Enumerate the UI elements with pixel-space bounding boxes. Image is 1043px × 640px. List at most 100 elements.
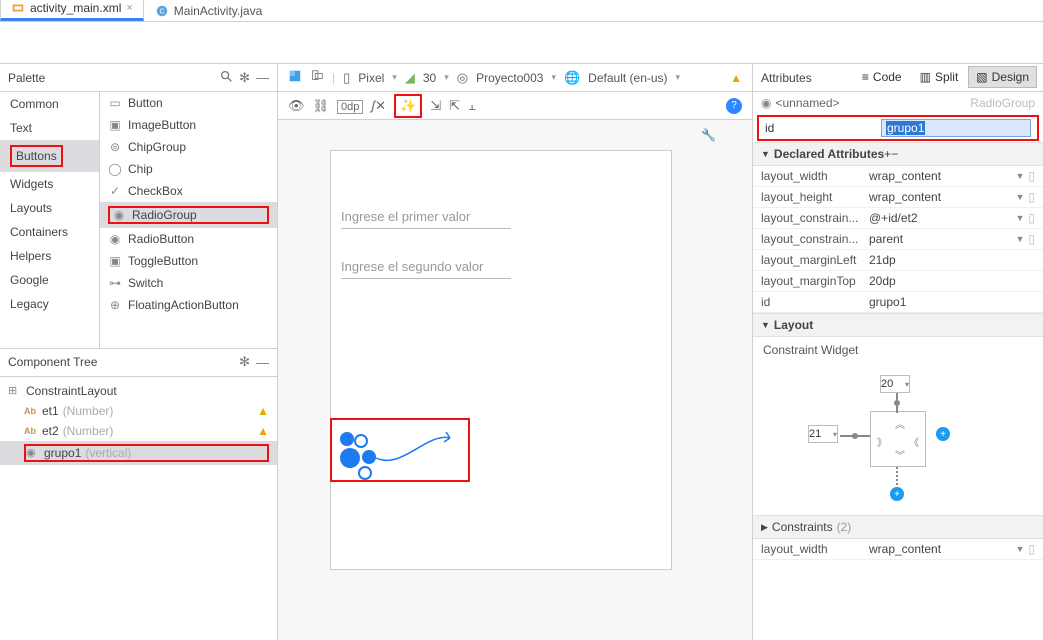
flag-icon[interactable]: ▯ <box>1028 232 1035 246</box>
chevron-down-icon[interactable]: ▼ <box>1015 171 1024 181</box>
theme-label[interactable]: Proyecto003 <box>476 71 543 85</box>
view-code-label: Code <box>873 70 902 84</box>
java-file-icon: C <box>155 4 169 18</box>
tab-activity-main[interactable]: activity_main.xml × <box>0 0 144 21</box>
collapse-icon[interactable]: — <box>256 70 269 85</box>
preview-et2[interactable]: Ingrese el segundo valor <box>341 259 511 279</box>
palette-cat-legacy[interactable]: Legacy <box>0 292 99 316</box>
device-preview[interactable]: Ingrese el primer valor Ingrese el segun… <box>330 150 672 570</box>
declared-attributes-header[interactable]: ▼ Declared Attributes + − <box>753 142 1043 166</box>
view-split-button[interactable]: ▥ Split <box>912 66 967 88</box>
palette-cat-common[interactable]: Common <box>0 92 99 116</box>
flag-icon[interactable]: ▯ <box>1028 542 1035 556</box>
tree-item-et1[interactable]: Ab et1 (Number) ▲ <box>0 401 277 421</box>
tree-item-et2[interactable]: Ab et2 (Number) ▲ <box>0 421 277 441</box>
attr-row[interactable]: layout_heightwrap_content▼▯ <box>753 187 1043 208</box>
cw-add-bottom[interactable]: + <box>890 487 904 501</box>
preview-et1[interactable]: Ingrese el primer valor <box>341 209 511 229</box>
infer-constraints-button[interactable]: ✨ <box>394 94 422 118</box>
palette-item-togglebutton[interactable]: ▣ToggleButton <box>100 250 277 272</box>
id-field[interactable]: grupo1 <box>881 119 1031 137</box>
cw-center-box[interactable]: ︽ 》 《 ︾ <box>870 411 926 467</box>
search-icon[interactable] <box>219 69 233 86</box>
layout-section-header[interactable]: ▼ Layout <box>753 313 1043 337</box>
remove-icon[interactable]: − <box>891 147 898 161</box>
view-mode-group: ≡ Code ▥ Split ▧ Design <box>854 66 1037 88</box>
palette-cat-containers[interactable]: Containers <box>0 220 99 244</box>
layout-icon: ⊞ <box>8 384 22 397</box>
palette-cat-layouts[interactable]: Layouts <box>0 196 99 220</box>
palette-cat-widgets[interactable]: Widgets <box>0 172 99 196</box>
chevron-down-icon[interactable]: ▼ <box>1015 234 1024 244</box>
view-design-button[interactable]: ▧ Design <box>968 66 1037 88</box>
palette-cat-text[interactable]: Text <box>0 116 99 140</box>
gear-icon[interactable]: ✻ <box>239 354 250 370</box>
attr-row[interactable]: layout_marginLeft21dp <box>753 250 1043 271</box>
palette-item-radiobutton[interactable]: ◉RadioButton <box>100 228 277 250</box>
chevron-down-icon: ▼ <box>761 320 770 330</box>
locale-label[interactable]: Default (en-us) <box>588 71 667 85</box>
device-label[interactable]: Pixel <box>358 71 384 85</box>
cw-margin-left[interactable]: 21▾ <box>808 425 838 443</box>
palette-item-switch[interactable]: ⊶Switch <box>100 272 277 294</box>
autoconnect-icon[interactable]: ⛓ <box>313 98 330 114</box>
palette-cat-buttons[interactable]: Buttons <box>0 140 99 172</box>
orientation-icon[interactable] <box>310 69 324 86</box>
palette-item-radiogroup[interactable]: ◉ RadioGroup <box>100 202 277 228</box>
view-code-button[interactable]: ≡ Code <box>854 66 910 88</box>
help-icon[interactable]: ? <box>726 98 742 114</box>
flag-icon[interactable]: ▯ <box>1028 169 1035 183</box>
attr-row[interactable]: idgrupo1 <box>753 292 1043 313</box>
cw-margin-top[interactable]: 20▾ <box>880 375 910 393</box>
chevron-down-icon[interactable]: ▼ <box>1015 213 1024 223</box>
default-margins[interactable]: 0dp <box>337 98 363 113</box>
palette-item-imagebutton[interactable]: ▣ImageButton <box>100 114 277 136</box>
palette-cat-buttons-label: Buttons <box>10 145 63 167</box>
design-toolbar-1: | ▯ Pixel▾ ◢ 30▾ ◎ Proyecto003▾ 🌐 Defaul… <box>278 64 752 92</box>
add-icon[interactable]: + <box>884 147 891 161</box>
palette-cat-helpers[interactable]: Helpers <box>0 244 99 268</box>
collapse-icon[interactable]: — <box>256 355 269 370</box>
flag-icon[interactable]: ▯ <box>1028 190 1035 204</box>
palette-item-checkbox[interactable]: ✓CheckBox <box>100 180 277 202</box>
design-surface[interactable]: 🔧 Ingrese el primer valor Ingrese el seg… <box>278 120 752 640</box>
close-icon[interactable]: × <box>126 2 132 14</box>
eye-icon[interactable]: 👁 <box>288 98 305 114</box>
palette-item-chipgroup[interactable]: ⊜ChipGroup <box>100 136 277 158</box>
flag-icon[interactable]: ▯ <box>1028 211 1035 225</box>
attr-row[interactable]: layout_widthwrap_content▼▯ <box>753 166 1043 187</box>
attr-row[interactable]: layout_constrain...parent▼▯ <box>753 229 1043 250</box>
chevron-down-icon[interactable]: ▼ <box>1015 192 1024 202</box>
cw-add-right[interactable]: + <box>936 427 950 441</box>
constraint-widget[interactable]: 20▾ 21▾ ︽ 》 《 ︾ + + <box>753 363 1043 515</box>
attr-row[interactable]: layout_marginTop20dp <box>753 271 1043 292</box>
guideline-icon[interactable]: ⫠ <box>468 98 476 114</box>
clear-constraints-icon[interactable]: ʃ✕ <box>371 98 386 114</box>
device-icon: ▯ <box>343 70 350 86</box>
attr-row[interactable]: layout_width wrap_content ▼ ▯ <box>753 539 1043 560</box>
editor-tabbar: activity_main.xml × C MainActivity.java <box>0 0 1043 22</box>
code-icon: ≡ <box>862 70 869 84</box>
surface-icon[interactable] <box>288 69 302 86</box>
gear-icon[interactable]: ✻ <box>239 70 250 86</box>
palette-header: Palette ✻ — <box>0 64 277 92</box>
attr-row[interactable]: layout_constrain...@+id/et2▼▯ <box>753 208 1043 229</box>
palette-cat-google[interactable]: Google <box>0 268 99 292</box>
warning-icon: ▲ <box>257 424 269 438</box>
view-design-label: Design <box>992 70 1029 84</box>
textfield-icon: Ab <box>24 426 38 436</box>
align-icon[interactable]: ⇲ <box>430 98 441 114</box>
palette-item-button[interactable]: ▭Button <box>100 92 277 114</box>
chevron-down-icon[interactable]: ▼ <box>1015 544 1024 554</box>
check-icon: ✓ <box>108 184 122 198</box>
tree-root[interactable]: ⊞ ConstraintLayout <box>0 381 277 401</box>
palette-item-fab[interactable]: ⊕FloatingActionButton <box>100 294 277 316</box>
tree-item-grupo1[interactable]: ◉ grupo1 (vertical) <box>0 441 277 465</box>
palette-item-chip[interactable]: ◯Chip <box>100 158 277 180</box>
warning-icon[interactable]: ▲ <box>730 71 742 85</box>
pack-icon[interactable]: ⇱ <box>449 98 460 114</box>
constraints-section-header[interactable]: ▶ Constraints (2) <box>753 515 1043 539</box>
tab-mainactivity[interactable]: C MainActivity.java <box>144 0 273 21</box>
api-label[interactable]: 30 <box>423 71 436 85</box>
wrench-icon[interactable]: 🔧 <box>701 128 716 142</box>
